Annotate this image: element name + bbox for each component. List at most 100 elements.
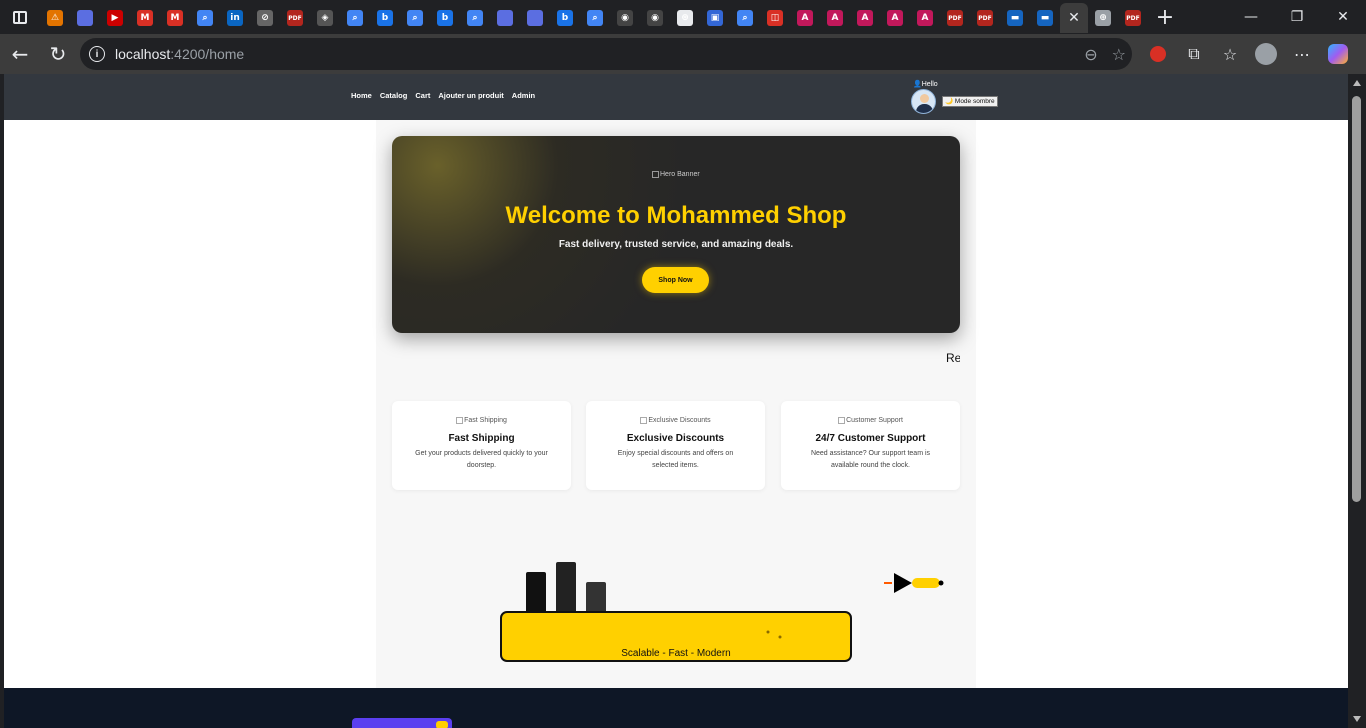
restore-button[interactable]: ❐ bbox=[1274, 0, 1320, 34]
favorite-star-icon[interactable]: ☆ bbox=[1112, 45, 1126, 64]
tab-12[interactable]: b bbox=[370, 3, 400, 33]
favicon-icon: ▶ bbox=[107, 10, 123, 26]
tab-5[interactable]: M bbox=[160, 3, 190, 33]
tab-11[interactable]: ⌕ bbox=[340, 3, 370, 33]
footer-chat-button[interactable] bbox=[352, 718, 452, 728]
tab-9[interactable]: PDF bbox=[280, 3, 310, 33]
favicon-icon: b bbox=[377, 10, 393, 26]
window-left-border bbox=[0, 74, 4, 728]
tab-34[interactable]: ▬ bbox=[1030, 3, 1060, 33]
more-menu-icon[interactable]: ⋯ bbox=[1284, 36, 1320, 72]
favorites-icon[interactable]: ☆ bbox=[1212, 36, 1248, 72]
scroll-up-arrow[interactable] bbox=[1353, 80, 1361, 86]
tab-35[interactable]: ⊕ bbox=[1088, 3, 1118, 33]
close-tab-icon[interactable]: ✕ bbox=[1066, 10, 1082, 26]
tab-30[interactable]: A bbox=[910, 3, 940, 33]
illustration-caption: Scalable - Fast - Modern bbox=[621, 648, 731, 659]
tab-actions-button[interactable] bbox=[0, 0, 40, 34]
favicon-icon: A bbox=[827, 10, 843, 26]
extension-icon[interactable] bbox=[1140, 36, 1176, 72]
phone-shape-1 bbox=[526, 572, 546, 614]
favicon-icon: ⊘ bbox=[257, 10, 273, 26]
footer-badge bbox=[436, 721, 448, 728]
tab-3[interactable]: ▶ bbox=[100, 3, 130, 33]
active-tab[interactable]: ✕ bbox=[1060, 3, 1088, 33]
favicon-icon: b bbox=[437, 10, 453, 26]
tab-13[interactable]: ⌕ bbox=[400, 3, 430, 33]
back-button[interactable]: ← bbox=[2, 36, 38, 72]
tab-25[interactable]: ◫ bbox=[760, 3, 790, 33]
favicon-icon: ◫ bbox=[767, 10, 783, 26]
sidebar-icon bbox=[13, 10, 27, 24]
tab-6[interactable]: ⌕ bbox=[190, 3, 220, 33]
tab-15[interactable]: ⌕ bbox=[460, 3, 490, 33]
favicon-icon: ◉ bbox=[647, 10, 663, 26]
tab-17[interactable] bbox=[520, 3, 550, 33]
address-bar[interactable]: i localhost:4200/home ⊖ ☆ bbox=[80, 38, 1132, 70]
site-footer bbox=[4, 688, 1348, 728]
adblock-icon bbox=[1150, 46, 1166, 62]
reload-button[interactable]: ↻ bbox=[40, 36, 76, 72]
page-scrollbar[interactable] bbox=[1348, 74, 1366, 728]
favicon-icon: A bbox=[917, 10, 933, 26]
favicon-icon: ⌕ bbox=[587, 10, 603, 26]
favicon-icon: ⊛ bbox=[677, 10, 693, 26]
tab-7[interactable]: in bbox=[220, 3, 250, 33]
minimize-button[interactable]: — bbox=[1228, 0, 1274, 34]
extensions-icon[interactable]: ⧉ bbox=[1176, 36, 1212, 72]
tab-36[interactable]: PDF bbox=[1118, 3, 1148, 33]
favicon-icon: PDF bbox=[1125, 10, 1141, 26]
favicon-icon: ▬ bbox=[1037, 10, 1053, 26]
tab-14[interactable]: b bbox=[430, 3, 460, 33]
tab-21[interactable]: ◉ bbox=[640, 3, 670, 33]
favicon-icon: PDF bbox=[977, 10, 993, 26]
favicon-icon: ⌕ bbox=[347, 10, 363, 26]
tabs: ⚠ ▶ M M ⌕ in ⊘ PDF ◈ ⌕ b ⌕ b ⌕ b ⌕ ◉ ◉ ⊛ ▣ ⌕ ◫ A A A A A PDF PDF ▬ ▬ bbox=[40, 0, 1060, 34]
tab-28[interactable]: A bbox=[850, 3, 880, 33]
tab-27[interactable]: A bbox=[820, 3, 850, 33]
tab-16[interactable] bbox=[490, 3, 520, 33]
scroll-down-arrow[interactable] bbox=[1353, 716, 1361, 722]
favicon-icon: ⌕ bbox=[467, 10, 483, 26]
favicon-icon bbox=[77, 10, 93, 26]
tab-22[interactable]: ⊛ bbox=[670, 3, 700, 33]
page-viewport: Home Catalog Cart Ajouter un produit Admin 👤… bbox=[0, 74, 1366, 728]
dot-1 bbox=[766, 630, 770, 634]
tab-24[interactable]: ⌕ bbox=[730, 3, 760, 33]
tab-26[interactable]: A bbox=[790, 3, 820, 33]
zoom-icon[interactable]: ⊖ bbox=[1084, 45, 1097, 64]
tab-23[interactable]: ▣ bbox=[700, 3, 730, 33]
scroll-thumb[interactable] bbox=[1352, 96, 1361, 502]
animated-illustration bbox=[500, 562, 944, 662]
new-tab-button[interactable]: + bbox=[1148, 0, 1182, 34]
tab-10[interactable]: ◈ bbox=[310, 3, 340, 33]
tab-32[interactable]: PDF bbox=[970, 3, 1000, 33]
url-path: :4200/home bbox=[170, 46, 245, 62]
tab-4[interactable]: M bbox=[130, 3, 160, 33]
url-text[interactable]: localhost:4200/home bbox=[115, 46, 244, 62]
tab-33[interactable]: ▬ bbox=[1000, 3, 1030, 33]
tab-2[interactable] bbox=[70, 3, 100, 33]
tab-1[interactable]: ⚠ bbox=[40, 3, 70, 33]
favicon-icon: M bbox=[137, 10, 153, 26]
tab-19[interactable]: ⌕ bbox=[580, 3, 610, 33]
close-window-button[interactable]: ✕ bbox=[1320, 0, 1366, 34]
copilot-icon[interactable] bbox=[1320, 36, 1356, 72]
copilot-logo bbox=[1328, 44, 1348, 64]
favicon-icon: M bbox=[167, 10, 183, 26]
profile-icon[interactable] bbox=[1248, 36, 1284, 72]
window-controls: — ❐ ✕ bbox=[1228, 0, 1366, 34]
favicon-icon: A bbox=[857, 10, 873, 26]
tab-8[interactable]: ⊘ bbox=[250, 3, 280, 33]
favicon-icon: A bbox=[797, 10, 813, 26]
profile-avatar bbox=[1255, 43, 1277, 65]
url-host: localhost bbox=[115, 46, 171, 62]
tab-29[interactable]: A bbox=[880, 3, 910, 33]
favicon-icon bbox=[497, 10, 513, 26]
favicon-icon: in bbox=[227, 10, 243, 26]
tab-31[interactable]: PDF bbox=[940, 3, 970, 33]
favicon-icon: A bbox=[887, 10, 903, 26]
site-info-icon[interactable]: i bbox=[89, 46, 105, 62]
tab-20[interactable]: ◉ bbox=[610, 3, 640, 33]
tab-18[interactable]: b bbox=[550, 3, 580, 33]
